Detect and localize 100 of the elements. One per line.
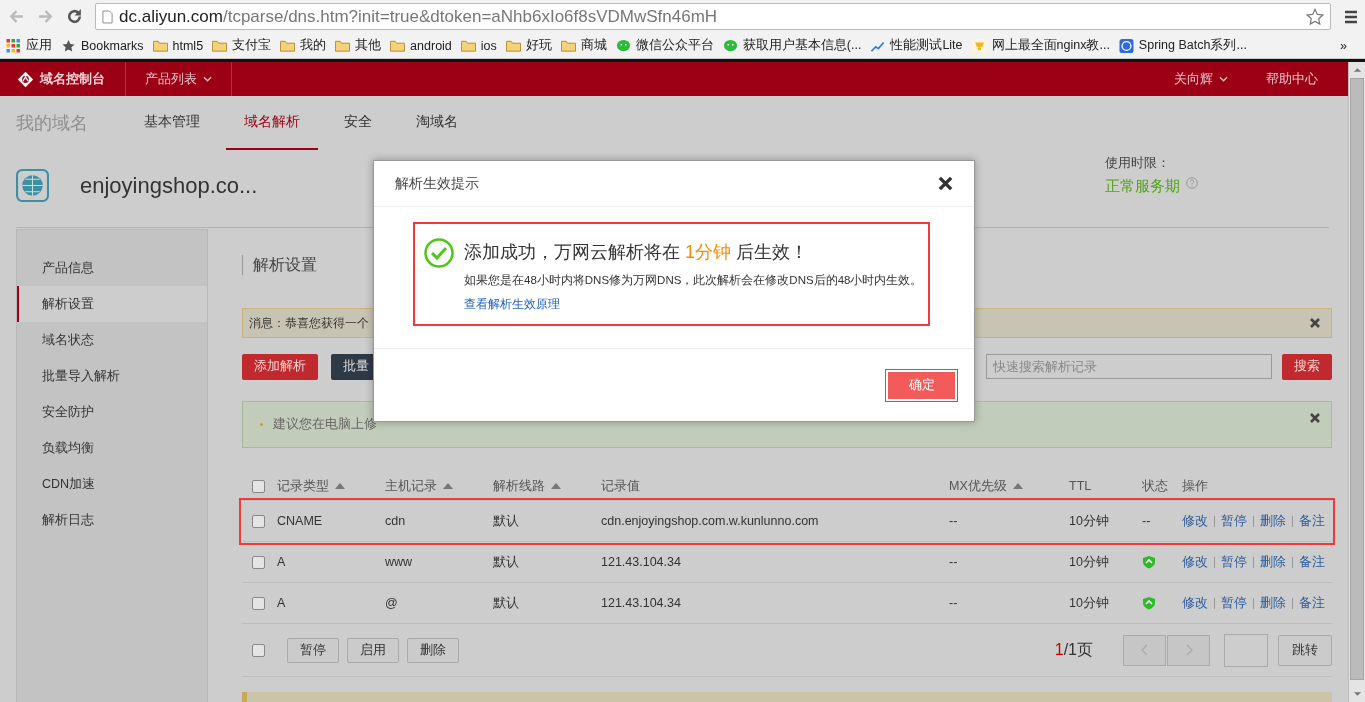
action-link[interactable]: 删除 [1260,553,1286,571]
bookmark[interactable]: 其他 [335,37,382,54]
bookmark[interactable]: ios [460,38,497,53]
checkbox[interactable] [252,643,265,657]
table-cell-text: -- [949,514,959,528]
sidebar-item[interactable]: 负载均衡 [17,430,207,466]
previous-page-button[interactable] [1123,634,1166,666]
help-icon[interactable] [1186,177,1198,189]
bookmark[interactable]: Bookmarks [61,38,144,53]
reload-icon[interactable] [66,8,83,25]
next-page-button[interactable] [1167,634,1210,666]
bookmark[interactable]: 支付宝 [212,37,272,54]
tab[interactable]: 淘域名 [398,96,476,150]
action-link[interactable]: 暂停 [1221,594,1247,612]
sidebar-item[interactable]: 产品信息 [17,250,207,286]
bookmark[interactable]: html5 [152,38,204,53]
table-cell-text: @ [385,596,399,610]
service-status: 正常服务期 [1105,177,1180,196]
close-icon[interactable] [937,175,954,192]
star-icon [61,38,76,53]
sort-icon[interactable] [551,483,561,489]
section-title: 我的域名 [16,112,88,135]
forward-icon[interactable] [37,8,54,25]
scroll-up-icon[interactable] [1352,67,1362,73]
scrollbar[interactable] [1348,62,1365,702]
checkbox[interactable] [252,514,265,528]
sort-icon[interactable] [1012,483,1023,489]
bookmark[interactable]: 获取用户基本信息(... [722,37,862,54]
back-icon[interactable] [8,8,25,25]
table-cell-text: cdn.enjoyingshop.com.w.kunlunno.com [601,514,820,528]
bookmark[interactable]: 网上最全面nginx教... [971,37,1110,54]
url-field[interactable]: dc.aliyun.com/tcparse/dns.htm?init=true&dtoken=aNhb6xIo6f8sVDMwSfn46mH [95,3,1331,30]
sidebar-item[interactable]: 安全防护 [17,394,207,430]
tab[interactable]: 基本管理 [126,96,218,150]
action-link[interactable]: 修改 [1182,512,1208,530]
action-link[interactable]: 暂停 [1221,512,1247,530]
column-header: 状态 [1142,477,1168,495]
action-link[interactable]: 备注 [1299,512,1325,530]
note-text: 如果您是在48小时内将DNS修为万网DNS，此次解析会在修改DNS后的48小时内生效。 [464,273,923,288]
star-icon[interactable] [1306,7,1324,26]
table-cell-text: 121.43.104.34 [601,555,682,569]
checkbox[interactable] [252,596,265,610]
checkbox[interactable] [252,479,265,493]
scroll-down-icon[interactable] [1352,691,1362,697]
column-header[interactable]: 主机记录 [385,477,437,495]
action-link[interactable]: 删除 [1260,512,1286,530]
jump-button[interactable]: 跳转 [1278,634,1332,666]
sort-icon[interactable] [335,483,345,489]
column-header[interactable]: 记录类型 [277,477,329,495]
folder-icon [460,38,476,53]
action-link[interactable]: 删除 [1260,594,1286,612]
search-button[interactable]: 搜索 [1282,353,1332,380]
more-bookmarks-button[interactable]: » [1340,38,1347,53]
action-link[interactable]: 修改 [1182,594,1208,612]
action-link[interactable]: 修改 [1182,553,1208,571]
table-cell-text: 10分钟 [1069,553,1110,571]
bookmark[interactable]: 好玩 [505,37,552,54]
sidebar-item[interactable]: 批量导入解析 [17,358,207,394]
bulk-button[interactable]: 删除 [407,637,459,663]
bookmark[interactable]: 性能测试Lite [870,37,963,54]
checkbox[interactable] [252,555,265,569]
bookmark[interactable]: 商城 [560,37,607,54]
close-icon[interactable] [1309,317,1321,329]
menu-icon[interactable] [1343,8,1359,25]
column-header[interactable]: MX优先级 [949,477,1007,495]
success-headline: 添加成功，万网云解析将在 1分钟 后生效！ [464,241,810,264]
sidebar-item[interactable]: 解析日志 [17,502,207,538]
action-link[interactable]: 备注 [1299,594,1325,612]
term-label: 使用时限： [1105,155,1171,172]
folder-icon [335,38,351,53]
sort-icon[interactable] [443,483,453,489]
folder-icon [390,38,406,53]
bookmark[interactable]: 微信公众平台 [615,37,714,54]
bookmark[interactable]: 应用 [6,37,52,54]
help-link[interactable]: 帮助中心 [1247,62,1348,96]
bulk-button[interactable]: 暂停 [287,637,339,663]
products-menu[interactable]: 产品列表 [126,62,232,96]
tab[interactable]: 安全 [326,96,390,150]
close-icon[interactable] [1309,411,1321,424]
bulk-button[interactable]: 启用 [347,637,399,663]
action-link[interactable]: 备注 [1299,553,1325,571]
sidebar-item[interactable]: CDN加速 [17,466,207,502]
action-link[interactable]: 暂停 [1221,553,1247,571]
sidebar-item[interactable]: 域名状态 [17,322,207,358]
user-menu[interactable]: 关向辉 [1155,62,1247,96]
tab[interactable]: 域名解析 [226,96,318,150]
page-number-field[interactable] [1224,633,1268,667]
table-cell-text: 121.43.104.34 [601,596,682,610]
action-button[interactable]: 添加解析 [242,353,318,380]
bookmark[interactable]: 我的 [280,37,327,54]
sidebar-item[interactable]: 解析设置 [17,286,207,322]
table-cell-text: cdn [385,514,407,528]
help-link[interactable]: 查看解析生效原理 [464,296,923,313]
column-header[interactable]: 解析线路 [493,477,545,495]
folder-icon [560,38,576,53]
bookmark[interactable]: android [390,38,452,53]
bookmark[interactable]: Spring Batch系列... [1118,37,1247,54]
table-cell-text: 默认 [493,512,520,530]
domain-name: enjoyingshop.co... [80,172,258,199]
search-field[interactable]: 快速搜索解析记录 [986,354,1272,379]
